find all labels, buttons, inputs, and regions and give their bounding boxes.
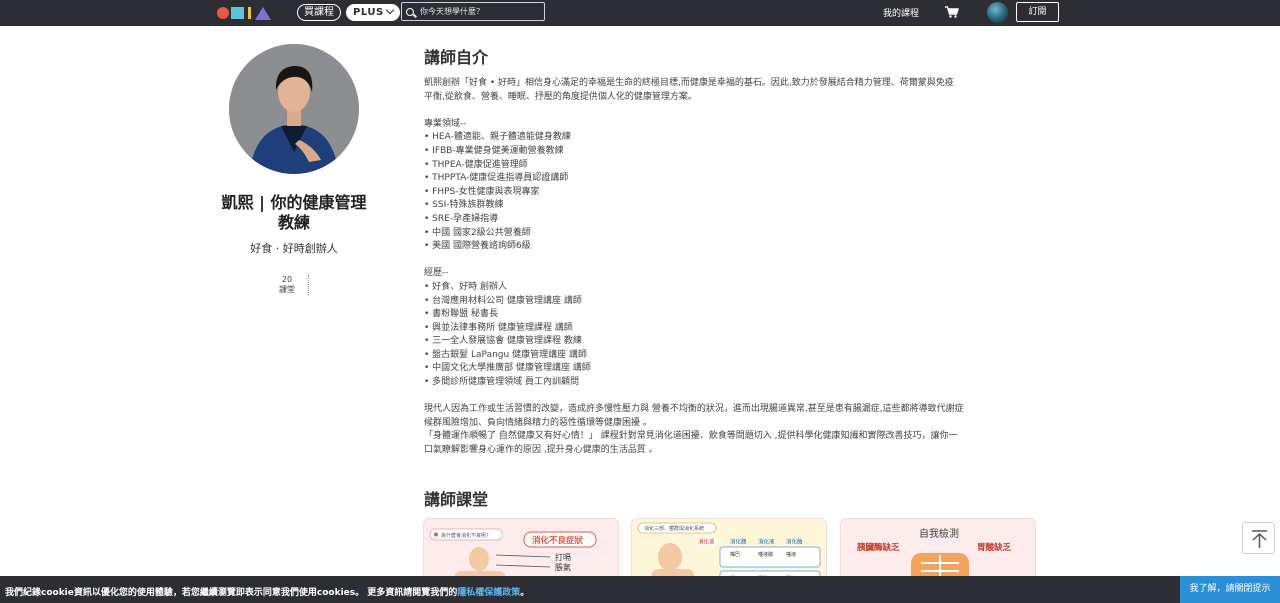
intro-line: • 美國 國際營養諮詢師6級 — [424, 241, 531, 252]
intro-spacer — [424, 390, 1046, 404]
intro-line: • 好食、好時 創辦人 — [424, 281, 508, 292]
instructor-portrait — [229, 44, 359, 174]
card3-left-label: 胰臟酶缺乏 — [856, 542, 900, 553]
omia-logo[interactable] — [217, 5, 271, 21]
logo-bar — [248, 7, 251, 19]
cookie-suffix: 。 — [520, 588, 530, 598]
card1-item-1: 打嗝 — [555, 552, 571, 562]
instructor-name: 凱熙 | 你的健康管理教練 — [221, 193, 367, 232]
intro-line: 專業領域-- — [424, 118, 467, 129]
intro-spacer — [424, 104, 1046, 118]
intro-line: • SRE-孕產婦指導 — [424, 213, 499, 224]
search-input[interactable] — [420, 7, 540, 16]
courses-heading: 講師課堂 — [424, 490, 489, 509]
cookie-accept-button[interactable]: 我了解，請關閉提示 — [1180, 576, 1280, 603]
cookie-text: 我們紀錄cookie資訊以優化您的使用體驗，若您繼續瀏覽即表示同意我們使用coo… — [5, 585, 529, 598]
intro-line: • 中國文化大學推廣部 健康管理講座 講師 — [424, 363, 591, 374]
course-count: 20 課堂 — [276, 275, 298, 295]
cookie-banner: 我們紀錄cookie資訊以優化您的使用體驗，若您繼續瀏覽即表示同意我們使用coo… — [0, 576, 1280, 603]
intro-line: • 興並法律事務所 健康管理課程 講師 — [424, 322, 573, 333]
intro-line: • 中國 國家2級公共營養師 — [424, 227, 531, 238]
intro-line: 「身體運作順暢了 自然健康又有好心情！」 課程針對常見消化道困擾、飲食等問題切入… — [424, 431, 958, 442]
privacy-policy-link[interactable]: 隱私權保護政策 — [457, 588, 520, 598]
intro-line: • SSI-特殊族群教練 — [424, 200, 504, 211]
logo-triangle — [255, 6, 271, 20]
subscribe-button[interactable]: 訂閱 — [1016, 2, 1059, 22]
instructor-subtitle: 好食 · 好時創辦人 — [250, 242, 338, 255]
top-nav: 買課程 PLUS 我的課程 訂閱 — [0, 0, 1280, 26]
card3-title: 自我檢測 — [919, 527, 959, 540]
cookie-message: 我們紀錄cookie資訊以優化您的使用體驗，若您繼續瀏覽即表示同意我們使用coo… — [5, 588, 458, 598]
intro-line: 現代人因為工作或生活習慣的改變，造成許多慢性壓力與 營養不均衡的狀況，進而出現腸… — [424, 404, 964, 415]
buy-course-button[interactable]: 買課程 — [297, 4, 341, 21]
intro-line: 平衡,從飲食、營養、睡眠、抒壓的角度提供個人化的健康管理方案。 — [424, 91, 697, 102]
back-to-top-button[interactable] — [1242, 522, 1275, 554]
my-courses-link[interactable]: 我的課程 — [883, 6, 919, 19]
intro-spacer — [424, 254, 1046, 268]
intro-line: • FHPS-女性健康與表現專家 — [424, 186, 540, 197]
chevron-down-icon — [385, 5, 394, 15]
instructor-photo — [229, 44, 359, 174]
card3-right-label: 胃酸缺乏 — [977, 542, 1012, 553]
stat-divider — [308, 275, 309, 295]
course-count-value: 20 — [281, 275, 293, 284]
card2-label-3: 消化液 — [758, 538, 775, 546]
intro-line: • HEA-體適能、親子體適能健身教練 — [424, 132, 571, 143]
intro-line: • 書粉聯盟 秘書長 — [424, 309, 499, 320]
intro-body: 凱熙創辦「好食 • 好時」相信身心滿足的幸福是生命的終極目標,而健康是幸福的基石… — [424, 77, 1046, 458]
logo-dot — [217, 7, 229, 19]
intro-line: • 台灣應用材料公司 健康管理講座 講師 — [424, 295, 582, 306]
card2-label-2: 消化腺 — [730, 538, 747, 546]
plus-dropdown[interactable]: PLUS — [346, 4, 400, 21]
card2-label-7: 唾液 — [786, 551, 796, 558]
card1-item-2: 脹氣 — [555, 562, 571, 572]
cart-icon[interactable] — [945, 6, 959, 18]
card2-label-5: 嘴巴 — [730, 551, 740, 558]
card2-label-4: 消化酶 — [786, 538, 803, 546]
course-count-label: 課堂 — [279, 285, 295, 294]
intro-line: • IFBB-專業健身健美運動營養教練 — [424, 145, 564, 156]
intro-line: 凱熙創辦「好食 • 好時」相信身心滿足的幸福是生命的終極目標,而健康是幸福的基石… — [424, 78, 954, 88]
plus-label: PLUS — [353, 7, 384, 18]
intro-line: • 三一全人發展協會 健康管理課程 教練 — [424, 336, 582, 347]
card2-tag: 消化三部、菌群與消化系統 — [644, 525, 704, 532]
search-box[interactable] — [401, 2, 545, 21]
intro-line: • THPPTA-健康促進指導員認證講師 — [424, 173, 569, 184]
intro-line: • THPEA-健康促進管理師 — [424, 159, 528, 170]
card1-title: 消化不良症狀 — [532, 535, 584, 546]
user-avatar[interactable] — [987, 2, 1008, 23]
intro-line: • 盤古銀髮 LaPangu 健康管理講座 講師 — [424, 349, 587, 360]
logo-square — [231, 7, 244, 19]
intro-line: 口氣瞭解影響身心運作的原因 ,提升身心健康的生活品質 。 — [424, 445, 658, 456]
intro-heading: 講師自介 — [424, 48, 489, 67]
intro-line: • 多間診所健康管理領域 員工內訓顧問 — [424, 377, 580, 388]
intro-line: 經歷-- — [424, 268, 449, 279]
card2-label-1: 消化道 — [698, 538, 715, 546]
intro-line: 候群風險增加、負向情緒與精力的惡性循環等健康困擾 。 — [424, 417, 652, 428]
search-icon — [406, 7, 414, 16]
card1-tag: 為什麼會消化不良呢? — [441, 532, 489, 539]
card2-label-6: 唾液腺 — [758, 551, 773, 558]
arrow-up-icon — [1252, 530, 1267, 548]
